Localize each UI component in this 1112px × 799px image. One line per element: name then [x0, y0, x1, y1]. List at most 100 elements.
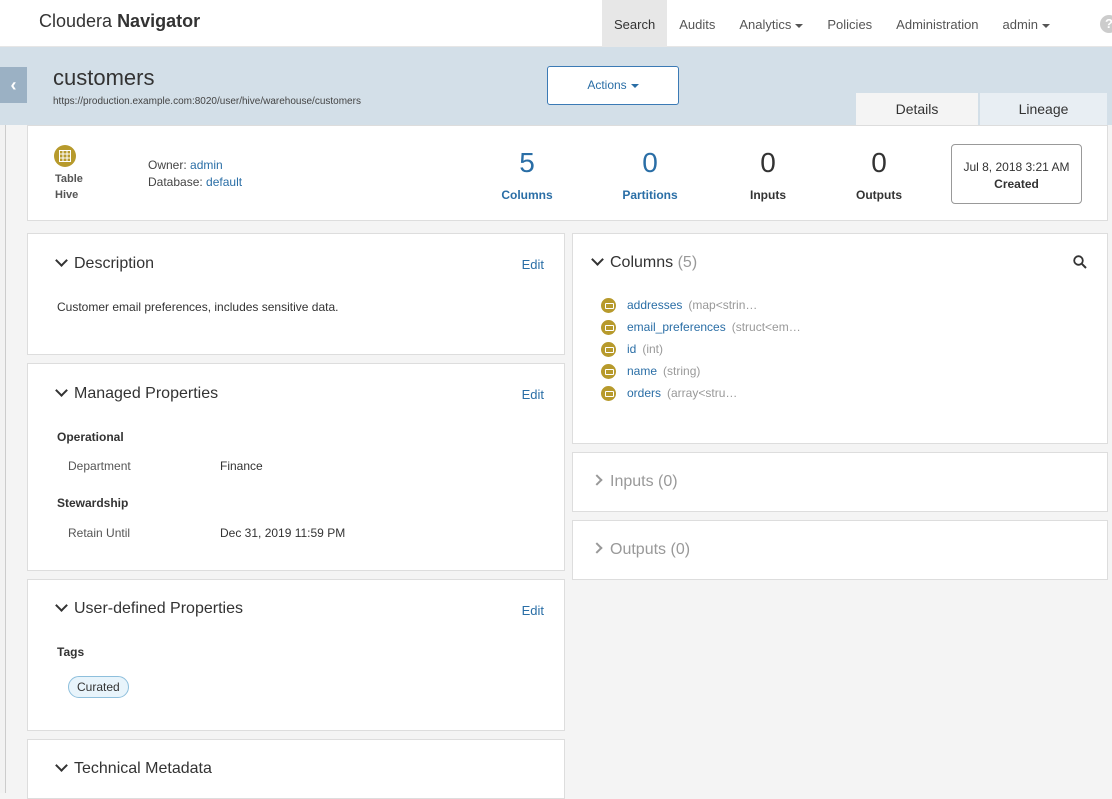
caret-down-icon — [630, 83, 639, 88]
stat-partitions-label: Partitions — [622, 188, 678, 202]
chevron-down-icon — [55, 384, 68, 397]
column-name[interactable]: id — [627, 342, 636, 356]
department-key: Department — [68, 459, 131, 473]
column-name[interactable]: email_preferences — [627, 320, 726, 334]
nav-search[interactable]: Search — [602, 0, 668, 47]
technical-metadata-title: Technical Metadata — [74, 760, 212, 777]
list-item: name (string) — [601, 360, 801, 382]
collapse-back-button[interactable]: ‹ — [0, 67, 27, 103]
app-brand[interactable]: Cloudera Navigator — [39, 11, 200, 32]
column-name[interactable]: name — [627, 364, 657, 378]
column-type: (struct<em… — [731, 320, 801, 334]
nav-user-menu[interactable]: admin — [991, 0, 1062, 47]
column-icon — [601, 363, 616, 379]
tab-details-label: Details — [895, 101, 939, 117]
brand-name-bold: Navigator — [117, 11, 201, 31]
chevron-left-icon: ‹ — [10, 75, 17, 95]
stat-columns[interactable]: 5 Columns — [467, 147, 587, 202]
inputs-panel: Inputs (0) — [572, 452, 1108, 512]
nav-analytics[interactable]: Analytics — [727, 0, 815, 47]
column-name[interactable]: orders — [627, 386, 661, 400]
actions-button[interactable]: Actions — [547, 66, 679, 105]
tab-lineage-label: Lineage — [1018, 101, 1069, 117]
nav-audits-label: Audits — [679, 17, 716, 32]
nav-policies[interactable]: Policies — [815, 0, 884, 47]
owner-info: Owner: admin Database: default — [148, 157, 242, 191]
table-icon — [54, 145, 76, 167]
column-type: (array<stru… — [667, 386, 738, 400]
stat-inputs-label: Inputs — [750, 188, 786, 202]
columns-header[interactable]: Columns (5) — [591, 253, 698, 272]
list-item: addresses (map<strin… — [601, 294, 801, 316]
nav-user-label: admin — [1002, 17, 1038, 32]
column-name[interactable]: addresses — [627, 298, 682, 312]
stat-outputs: 0 Outputs — [819, 147, 939, 202]
user-defined-properties-edit-link[interactable]: Edit — [522, 603, 544, 618]
column-icon — [601, 385, 616, 401]
technical-metadata-header[interactable]: Technical Metadata — [55, 759, 212, 778]
inputs-header[interactable]: Inputs (0) — [591, 473, 678, 491]
list-item: email_preferences (struct<em… — [601, 316, 801, 338]
main-nav: Search Audits Analytics Policies Adminis… — [602, 0, 1062, 47]
outputs-panel: Outputs (0) — [572, 520, 1108, 580]
user-defined-properties-header[interactable]: User-defined Properties — [55, 599, 243, 618]
columns-list: addresses (map<strin… email_preferences (s… — [601, 294, 801, 404]
description-edit-link[interactable]: Edit — [522, 257, 544, 272]
technical-metadata-panel: Technical Metadata — [27, 739, 565, 799]
chevron-down-icon — [55, 759, 68, 772]
database-link[interactable]: default — [206, 175, 242, 189]
column-icon — [601, 297, 616, 313]
list-item: orders (array<stru… — [601, 382, 801, 404]
description-title: Description — [74, 255, 155, 272]
tab-details[interactable]: Details — [856, 93, 978, 125]
stat-columns-label: Columns — [501, 188, 553, 202]
left-edge-bar — [0, 47, 6, 793]
entity-title: customers — [53, 65, 155, 90]
list-item: id (int) — [601, 338, 801, 360]
nav-search-label: Search — [614, 17, 656, 32]
user-defined-properties-title: User-defined Properties — [74, 600, 243, 617]
stat-partitions-value: 0 — [642, 147, 658, 178]
user-defined-properties-panel: User-defined Properties Edit Tags Curate… — [27, 579, 565, 731]
entity-path: https://production.example.com:8020/user… — [53, 96, 361, 107]
search-icon[interactable] — [1073, 255, 1087, 269]
managed-properties-edit-link[interactable]: Edit — [522, 387, 544, 402]
column-type: (int) — [642, 342, 664, 356]
entity-header: ‹ customers https://production.example.c… — [0, 47, 1112, 125]
columns-title: Columns — [610, 254, 674, 271]
description-header[interactable]: Description — [55, 254, 155, 273]
stat-inputs: 0 Inputs — [708, 147, 828, 202]
entity-summary: Table Hive Owner: admin Database: defaul… — [27, 125, 1108, 221]
columns-count: (5) — [677, 254, 698, 271]
nav-administration[interactable]: Administration — [884, 0, 990, 47]
stat-outputs-label: Outputs — [856, 188, 902, 202]
owner-link[interactable]: admin — [190, 158, 223, 172]
database-label: Database: — [148, 175, 203, 189]
help-icon[interactable]: ? — [1100, 15, 1112, 33]
nav-audits[interactable]: Audits — [667, 0, 727, 47]
entity-source-label: Hive — [55, 189, 79, 201]
created-date-box: Jul 8, 2018 3:21 AM Created — [951, 144, 1082, 204]
tags-heading: Tags — [57, 645, 85, 659]
stat-partitions[interactable]: 0 Partitions — [590, 147, 710, 202]
column-icon — [601, 319, 616, 335]
outputs-header[interactable]: Outputs (0) — [591, 541, 691, 559]
description-text: Customer email preferences, includes sen… — [57, 300, 339, 314]
created-date: Jul 8, 2018 3:21 AM — [963, 160, 1070, 174]
caret-down-icon — [795, 23, 804, 28]
managed-properties-title: Managed Properties — [74, 385, 219, 402]
tag-pill[interactable]: Curated — [68, 676, 129, 698]
managed-properties-header[interactable]: Managed Properties — [55, 384, 219, 403]
outputs-count: (0) — [670, 541, 691, 558]
column-type: (string) — [663, 364, 701, 378]
chevron-down-icon — [55, 599, 68, 612]
chevron-down-icon — [591, 253, 604, 266]
outputs-title: Outputs — [610, 541, 667, 558]
columns-panel: Columns (5) addresses (map<strin… email_p… — [572, 233, 1108, 444]
chevron-right-icon — [591, 542, 603, 554]
created-label: Created — [994, 177, 1039, 191]
stat-outputs-value: 0 — [871, 147, 887, 178]
tab-lineage[interactable]: Lineage — [980, 93, 1107, 125]
retain-until-value: Dec 31, 2019 11:59 PM — [220, 526, 346, 540]
chevron-down-icon — [55, 254, 68, 267]
